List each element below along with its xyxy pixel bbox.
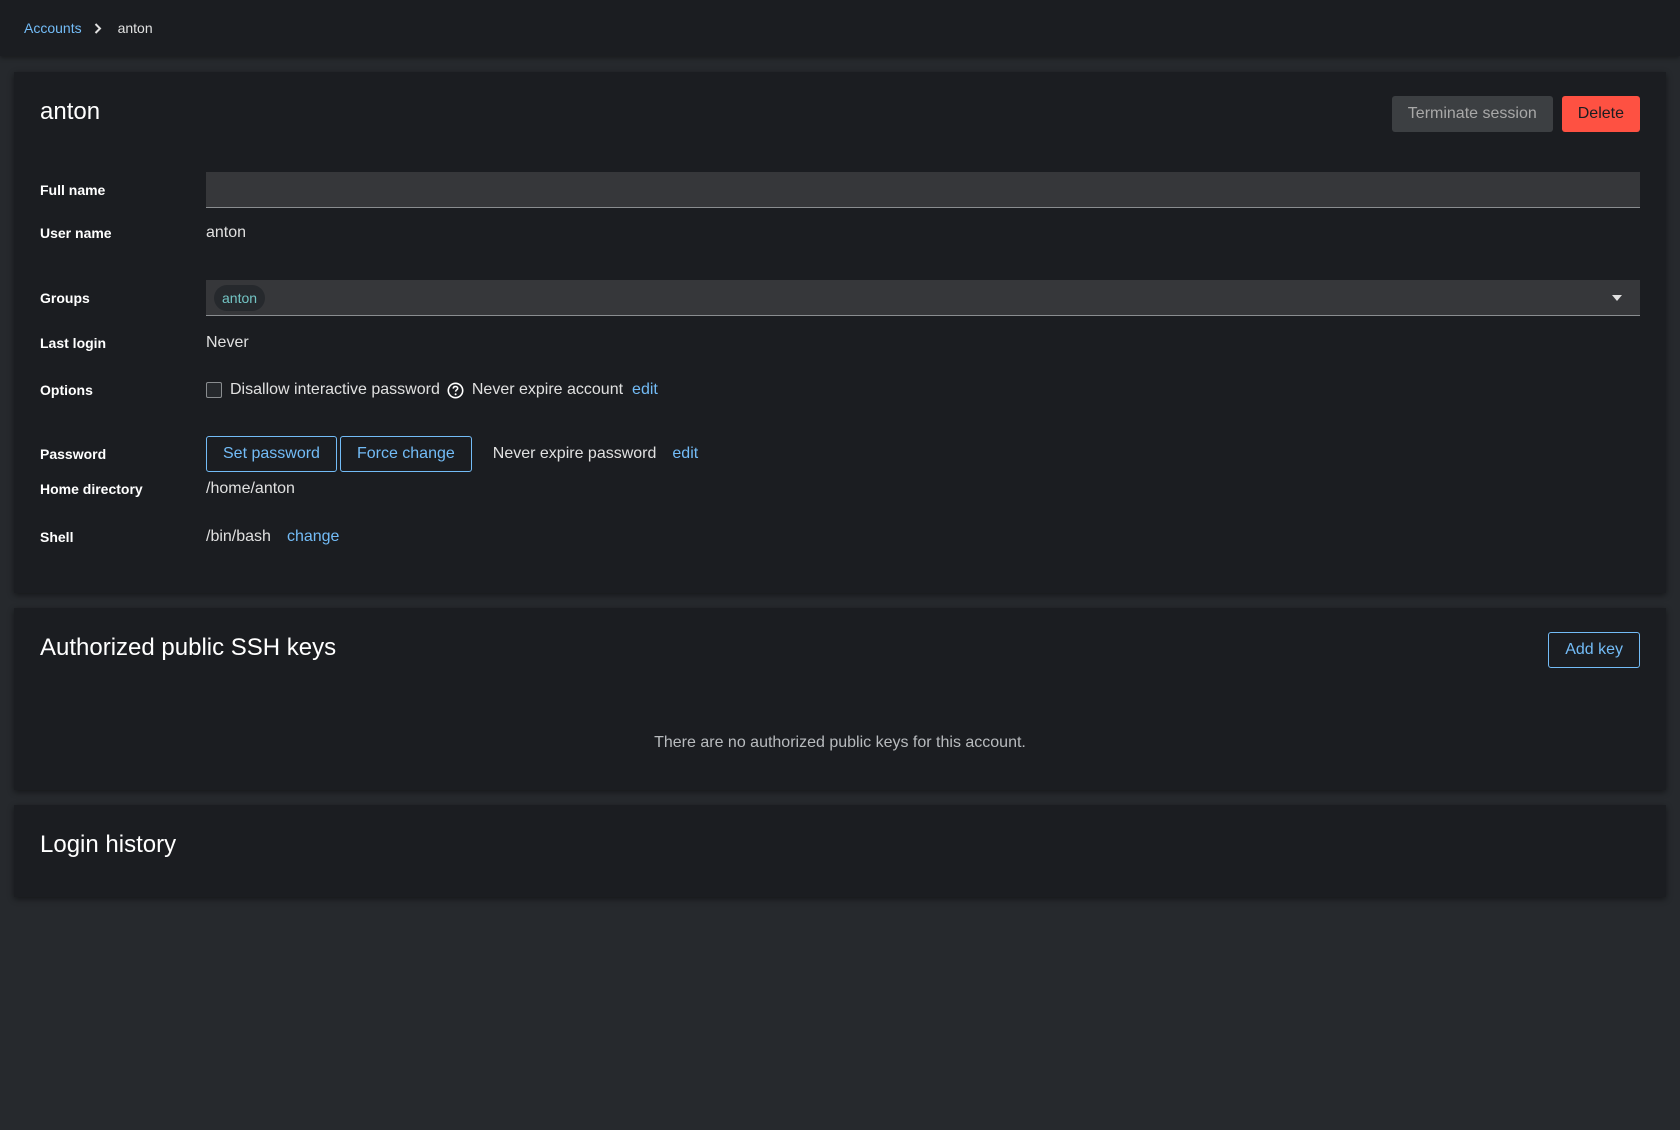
last-login-label: Last login [40, 335, 107, 351]
terminate-session-button[interactable]: Terminate session [1391, 96, 1553, 132]
ssh-keys-empty-message: There are no authorized public keys for … [654, 734, 1026, 751]
shell-label: Shell [40, 529, 74, 545]
account-expiry-edit-link[interactable]: edit [632, 381, 658, 399]
breadcrumb-current: anton [117, 20, 153, 36]
caret-down-icon[interactable] [1612, 295, 1622, 301]
account-details-card: anton Terminate session Delete Full name… [14, 72, 1666, 593]
question-circle-icon[interactable] [447, 382, 464, 399]
set-password-button[interactable]: Set password [206, 436, 337, 472]
group-chip[interactable]: anton [214, 284, 266, 311]
force-change-button[interactable]: Force change [339, 436, 472, 472]
password-row: Password Set password Force change Never… [40, 436, 1640, 472]
disallow-password-checkbox[interactable] [206, 382, 222, 398]
home-directory-value: /home/anton [206, 480, 295, 497]
groups-row: Groups anton [40, 280, 1640, 316]
last-login-row: Last login Never [40, 334, 1640, 352]
password-label: Password [40, 446, 107, 462]
home-directory-label: Home directory [40, 481, 143, 497]
options-row: Options Disallow interactive password Ne… [40, 381, 1640, 399]
login-history-title: Login history [40, 831, 177, 858]
add-key-button[interactable]: Add key [1548, 632, 1640, 668]
shell-change-link[interactable]: change [287, 528, 340, 546]
user-name-label: User name [40, 225, 112, 241]
password-expiry-text: Never expire password [492, 445, 657, 462]
full-name-row: Full name [40, 172, 1640, 208]
account-expiry-text: Never expire account [471, 381, 624, 398]
ssh-keys-title: Authorized public SSH keys [40, 634, 337, 661]
login-history-card: Login history [14, 805, 1666, 897]
disallow-password-label[interactable]: Disallow interactive password [230, 381, 440, 399]
full-name-input[interactable] [206, 172, 1640, 208]
shell-value: /bin/bash [206, 528, 271, 545]
page-title: anton [40, 98, 101, 125]
ssh-keys-card: Authorized public SSH keys Add key There… [14, 608, 1666, 790]
breadcrumb-bar: Accounts anton [0, 0, 1680, 56]
delete-button[interactable]: Delete [1561, 96, 1640, 132]
account-actions: Terminate session Delete [1391, 96, 1640, 132]
password-expiry-edit-link[interactable]: edit [672, 445, 698, 463]
last-login-value: Never [206, 334, 249, 351]
user-name-row: User name anton [40, 224, 1640, 242]
groups-select[interactable]: anton [206, 280, 1640, 316]
full-name-label: Full name [40, 182, 106, 198]
options-label: Options [40, 382, 93, 398]
shell-row: Shell /bin/bash change [40, 528, 1640, 546]
groups-label: Groups [40, 290, 90, 306]
chevron-right-icon [94, 22, 104, 34]
breadcrumb-accounts-link[interactable]: Accounts [24, 20, 82, 36]
user-name-value: anton [206, 224, 247, 241]
home-directory-row: Home directory /home/anton [40, 480, 1640, 498]
